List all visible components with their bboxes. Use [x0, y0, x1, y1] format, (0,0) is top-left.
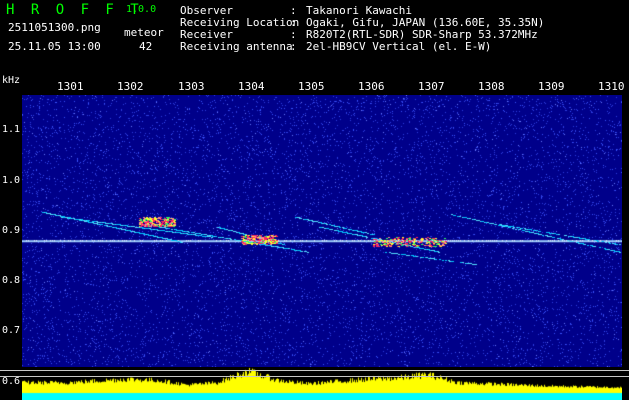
info-label-antenna: Receiving antenna	[180, 40, 293, 53]
freq-tick: 1.0	[2, 175, 21, 186]
freq-tick: 0.7	[2, 325, 21, 336]
capture-datetime: 25.11.05 13:00	[8, 40, 101, 53]
info-label-location: Receiving Location	[180, 16, 300, 29]
info-value-observer: Takanori Kawachi	[306, 4, 412, 17]
freq-tick: 1.1	[2, 124, 21, 135]
time-tick: 1309	[538, 80, 565, 93]
freq-tick: 0.9	[2, 225, 21, 236]
time-tick: 1306	[358, 80, 385, 93]
y-axis-unit: kHz	[2, 75, 21, 86]
hrofft-window: H R O F F T 1.0.0 2511051300.png meteor …	[0, 0, 629, 400]
info-value-receiver: R820T2(RTL-SDR) SDR-Sharp 53.372MHz	[306, 28, 538, 41]
signal-level-strip	[22, 367, 622, 400]
time-tick: 1305	[298, 80, 325, 93]
info-sep: :	[290, 4, 297, 17]
time-tick: 1302	[117, 80, 144, 93]
info-sep: :	[290, 16, 297, 29]
freq-tick: 0.6	[2, 376, 21, 387]
time-tick: 1308	[478, 80, 505, 93]
time-tick: 1303	[178, 80, 205, 93]
info-value-location: Ogaki, Gifu, JAPAN (136.60E, 35.35N)	[306, 16, 545, 29]
separator-line	[0, 376, 629, 377]
info-sep: :	[290, 28, 297, 41]
time-tick: 1310	[598, 80, 625, 93]
spectrogram-plot	[22, 95, 622, 367]
capture-filename: 2511051300.png	[8, 21, 101, 34]
app-title: H R O F F T	[6, 2, 143, 18]
time-tick: 1301	[57, 80, 84, 93]
info-label-receiver: Receiver	[180, 28, 233, 41]
time-tick: 1304	[238, 80, 265, 93]
freq-tick: 0.8	[2, 275, 21, 286]
info-sep: :	[290, 40, 297, 53]
app-version: 1.0.0	[126, 4, 157, 15]
meteor-count-value: 42	[139, 40, 153, 53]
info-value-antenna: 2el-HB9CV Vertical (el. E-W)	[306, 40, 492, 53]
separator-line	[0, 370, 629, 371]
time-tick: 1307	[418, 80, 445, 93]
meteor-count-label: meteor	[124, 26, 164, 39]
info-label-observer: Observer	[180, 4, 233, 17]
